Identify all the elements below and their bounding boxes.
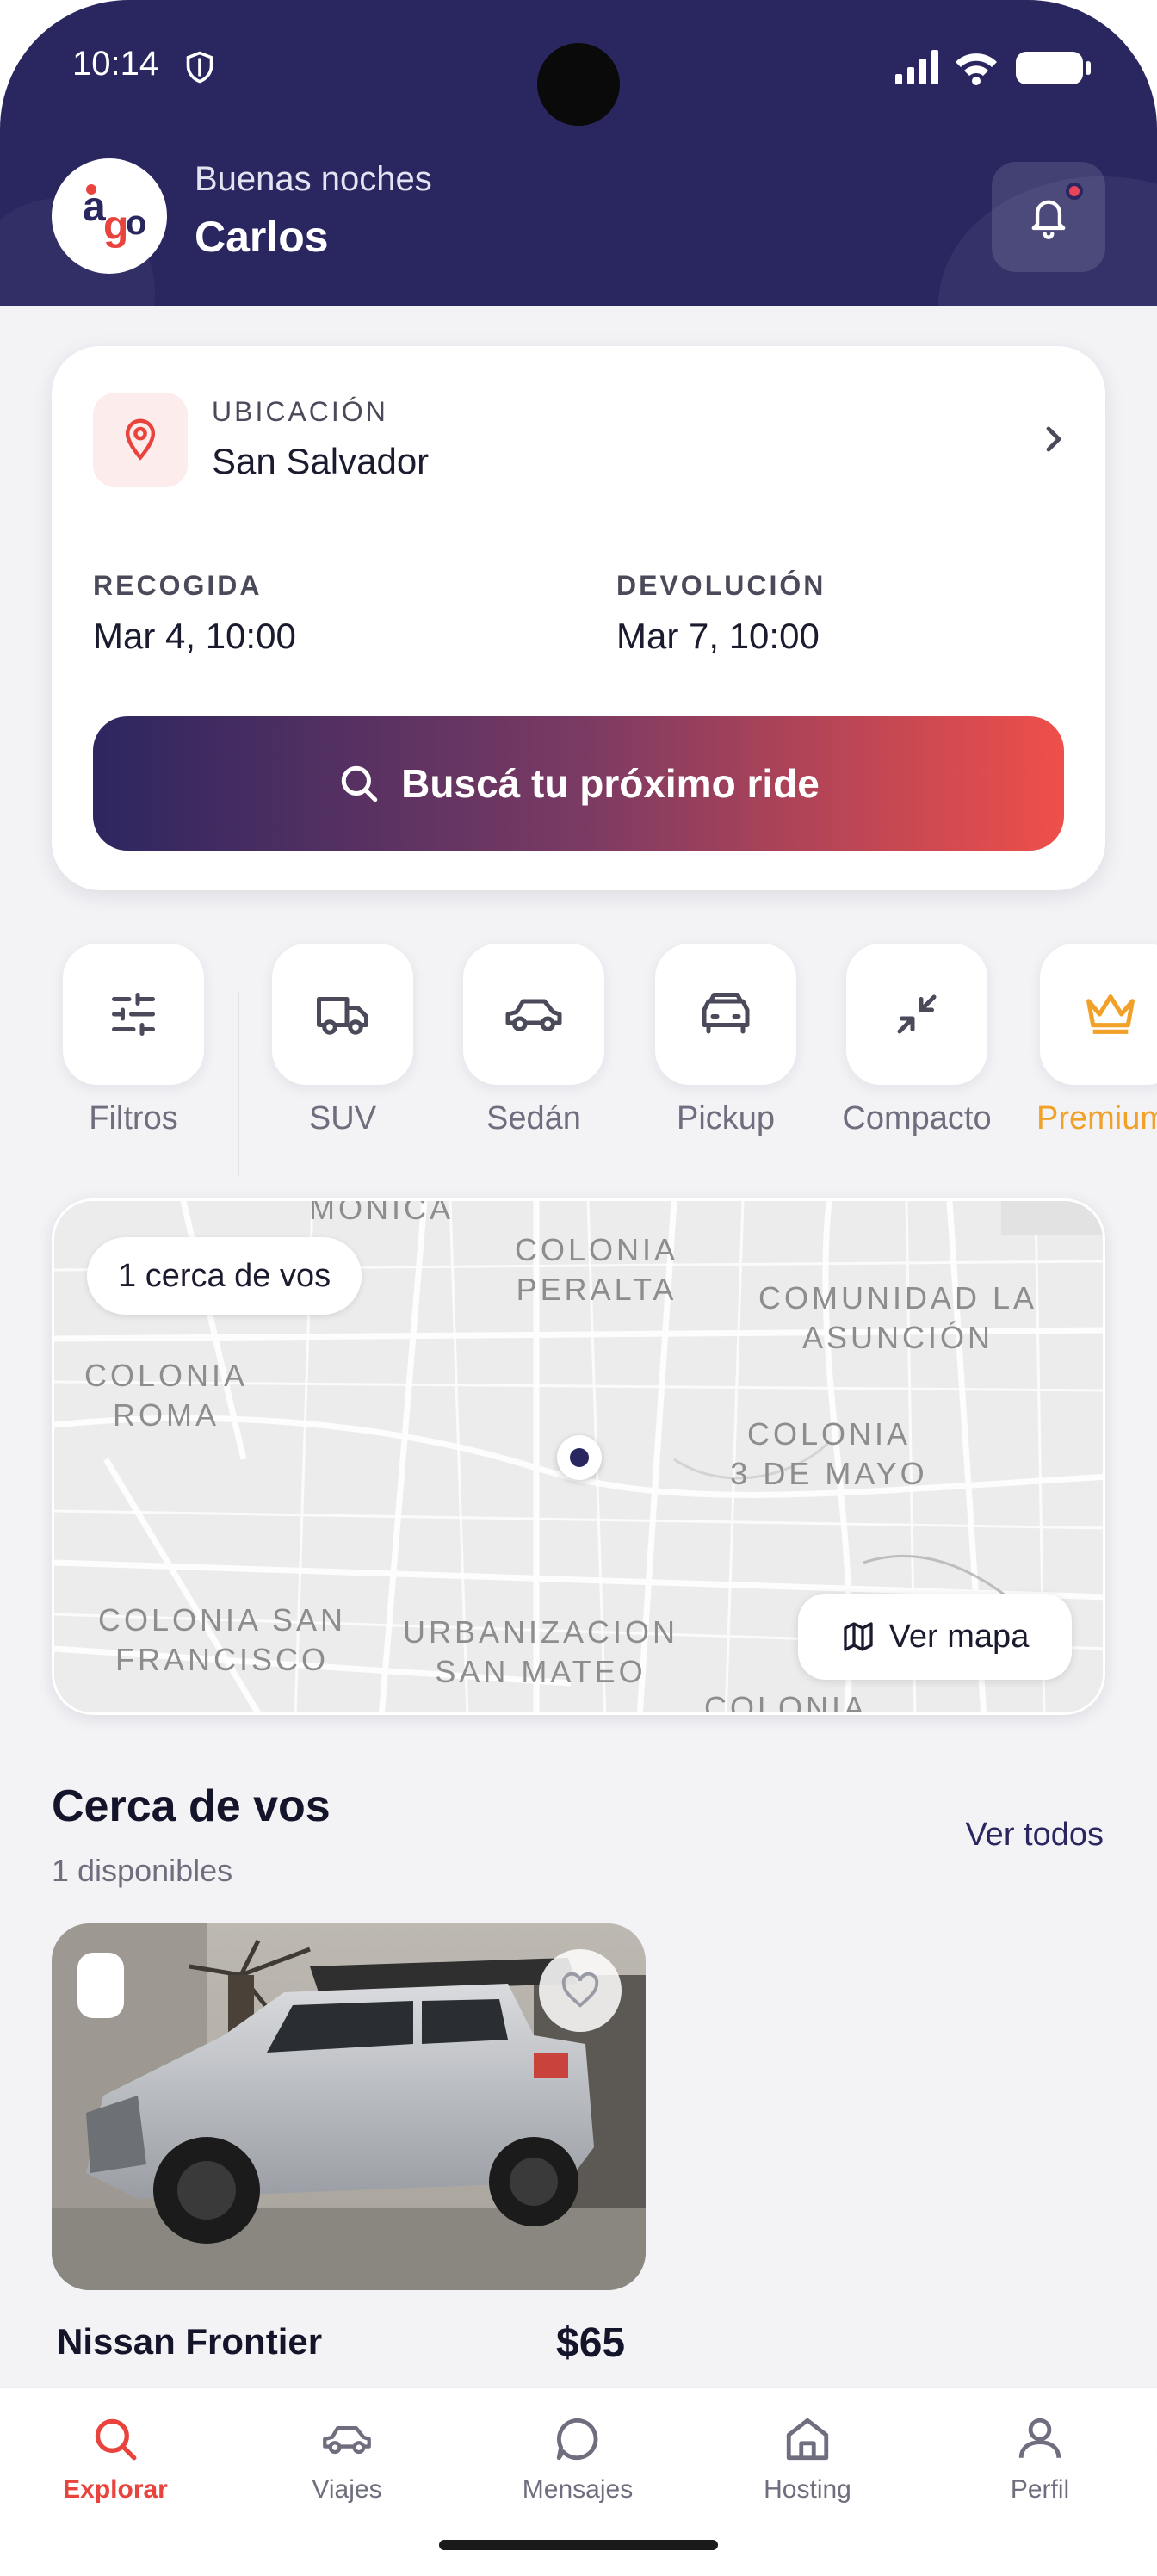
category-label: Filtros bbox=[89, 1100, 178, 1136]
category-label: SUV bbox=[308, 1100, 377, 1136]
greeting-text: Buenas noches bbox=[195, 160, 432, 198]
nav-hosting[interactable]: Hosting bbox=[721, 2414, 894, 2505]
pickup-label: RECOGIDA bbox=[93, 570, 263, 601]
pickup-date[interactable]: RECOGIDA Mar 4, 10:00 bbox=[93, 570, 296, 657]
view-map-label: Ver mapa bbox=[888, 1618, 1030, 1655]
divider bbox=[238, 992, 239, 1176]
category-filtros[interactable]: Filtros bbox=[52, 944, 215, 1137]
search-button-label: Buscá tu próximo ride bbox=[401, 761, 820, 806]
search-button[interactable]: Buscá tu próximo ride bbox=[93, 716, 1064, 851]
svg-text:o: o bbox=[126, 204, 146, 242]
sliders-icon bbox=[112, 993, 155, 1036]
pickup-value: Mar 4, 10:00 bbox=[93, 616, 296, 656]
home-icon bbox=[786, 2418, 829, 2461]
nav-label: Mensajes bbox=[522, 2475, 634, 2504]
nearby-count-chip: 1 cerca de vos bbox=[87, 1237, 362, 1315]
location-pin-icon bbox=[93, 393, 188, 487]
phone-screen: 10:14 a g o Buenas noches Carlos UBICACI… bbox=[0, 0, 1157, 2576]
nav-viajes[interactable]: Viajes bbox=[261, 2414, 433, 2505]
location-value: San Salvador bbox=[212, 441, 430, 481]
nav-mensajes[interactable]: Mensajes bbox=[492, 2414, 664, 2505]
map-icon bbox=[844, 1622, 873, 1651]
user-icon bbox=[1018, 2418, 1061, 2458]
status-bar: 10:14 bbox=[0, 0, 1157, 138]
category-compacto[interactable]: Compacto bbox=[835, 944, 999, 1137]
map-label: COLONIA bbox=[703, 1690, 869, 1715]
search-icon bbox=[341, 765, 378, 802]
notifications-button[interactable] bbox=[992, 162, 1105, 272]
username: Carlos bbox=[195, 213, 329, 261]
car-icon bbox=[505, 999, 562, 1031]
pickup-icon bbox=[702, 993, 750, 1034]
section-title: Cerca de vos bbox=[52, 1781, 331, 1831]
svg-text:g: g bbox=[103, 203, 128, 249]
see-all-link[interactable]: Ver todos bbox=[965, 1817, 1104, 1854]
app-logo: a g o bbox=[57, 164, 162, 269]
map-label: COMUNIDAD LA ASUNCIÓN bbox=[758, 1280, 1038, 1355]
map-label: COLONIA 3 DE MAYO bbox=[730, 1416, 928, 1491]
car-badge bbox=[77, 1953, 124, 2018]
return-value: Mar 7, 10:00 bbox=[616, 616, 820, 656]
system-status-icons bbox=[895, 50, 1091, 85]
map-label: COLONIA SAN FRANCISCO bbox=[97, 1602, 347, 1677]
category-premium[interactable]: Premium bbox=[1028, 944, 1157, 1137]
map-label: MONICA bbox=[309, 1198, 454, 1226]
car-name: Nissan Frontier bbox=[57, 2321, 323, 2362]
search-icon bbox=[95, 2418, 137, 2461]
return-date[interactable]: DEVOLUCIÓN Mar 7, 10:00 bbox=[616, 570, 826, 657]
location-label: UBICACIÓN bbox=[212, 396, 388, 427]
category-label: Compacto bbox=[842, 1100, 992, 1136]
map-label: COLONIA ROMA bbox=[84, 1358, 249, 1433]
notification-badge bbox=[1066, 183, 1083, 200]
map-preview[interactable]: MONICA COLONIA PERALTA COMUNIDAD LA ASUN… bbox=[52, 1198, 1105, 1715]
truck-icon bbox=[317, 997, 368, 1035]
header: 10:14 a g o Buenas noches Carlos bbox=[0, 0, 1157, 306]
chevron-right-icon bbox=[1046, 426, 1061, 452]
message-icon bbox=[556, 2418, 598, 2461]
car-price: $65 bbox=[556, 2320, 626, 2366]
map-marker[interactable] bbox=[557, 1435, 602, 1480]
available-count: 1 disponibles bbox=[52, 1853, 233, 1888]
favorite-button[interactable] bbox=[539, 1949, 622, 2032]
category-sedan[interactable]: Sedán bbox=[452, 944, 616, 1137]
map-label: COLONIA PERALTA bbox=[514, 1232, 679, 1307]
car-card[interactable] bbox=[52, 1923, 646, 2290]
map-label: URBANIZACION SAN MATEO bbox=[402, 1614, 679, 1689]
category-label: Sedán bbox=[486, 1100, 581, 1136]
category-pickup[interactable]: Pickup bbox=[644, 944, 807, 1137]
nav-label: Viajes bbox=[312, 2475, 382, 2504]
shield-icon bbox=[186, 51, 213, 84]
minimize-icon bbox=[897, 994, 937, 1034]
status-time: 10:14 bbox=[72, 45, 159, 83]
nav-perfil[interactable]: Perfil bbox=[954, 2414, 1126, 2505]
nav-label: Hosting bbox=[764, 2475, 851, 2504]
avatar[interactable]: a g o bbox=[52, 158, 167, 274]
category-label: Premium bbox=[1036, 1100, 1157, 1136]
car-icon bbox=[323, 2425, 371, 2455]
home-indicator[interactable] bbox=[439, 2540, 718, 2550]
location-selector[interactable]: UBICACIÓN San Salvador bbox=[93, 393, 1066, 491]
nav-label: Explorar bbox=[63, 2475, 168, 2504]
nav-label: Perfil bbox=[1010, 2475, 1070, 2504]
category-bar: Filtros SUV Sedán Pickup Compacto Premiu… bbox=[0, 944, 1157, 1176]
category-suv[interactable]: SUV bbox=[261, 944, 424, 1137]
view-map-button[interactable]: Ver mapa bbox=[798, 1594, 1072, 1680]
camera-cutout bbox=[537, 43, 620, 126]
heart-icon bbox=[561, 1972, 599, 2008]
category-label: Pickup bbox=[676, 1100, 776, 1136]
crown-icon bbox=[1086, 994, 1135, 1034]
bell-icon bbox=[1031, 200, 1066, 239]
return-label: DEVOLUCIÓN bbox=[616, 570, 826, 601]
search-card: UBICACIÓN San Salvador RECOGIDA Mar 4, 1… bbox=[52, 346, 1105, 890]
nav-explorar[interactable]: Explorar bbox=[29, 2414, 201, 2505]
